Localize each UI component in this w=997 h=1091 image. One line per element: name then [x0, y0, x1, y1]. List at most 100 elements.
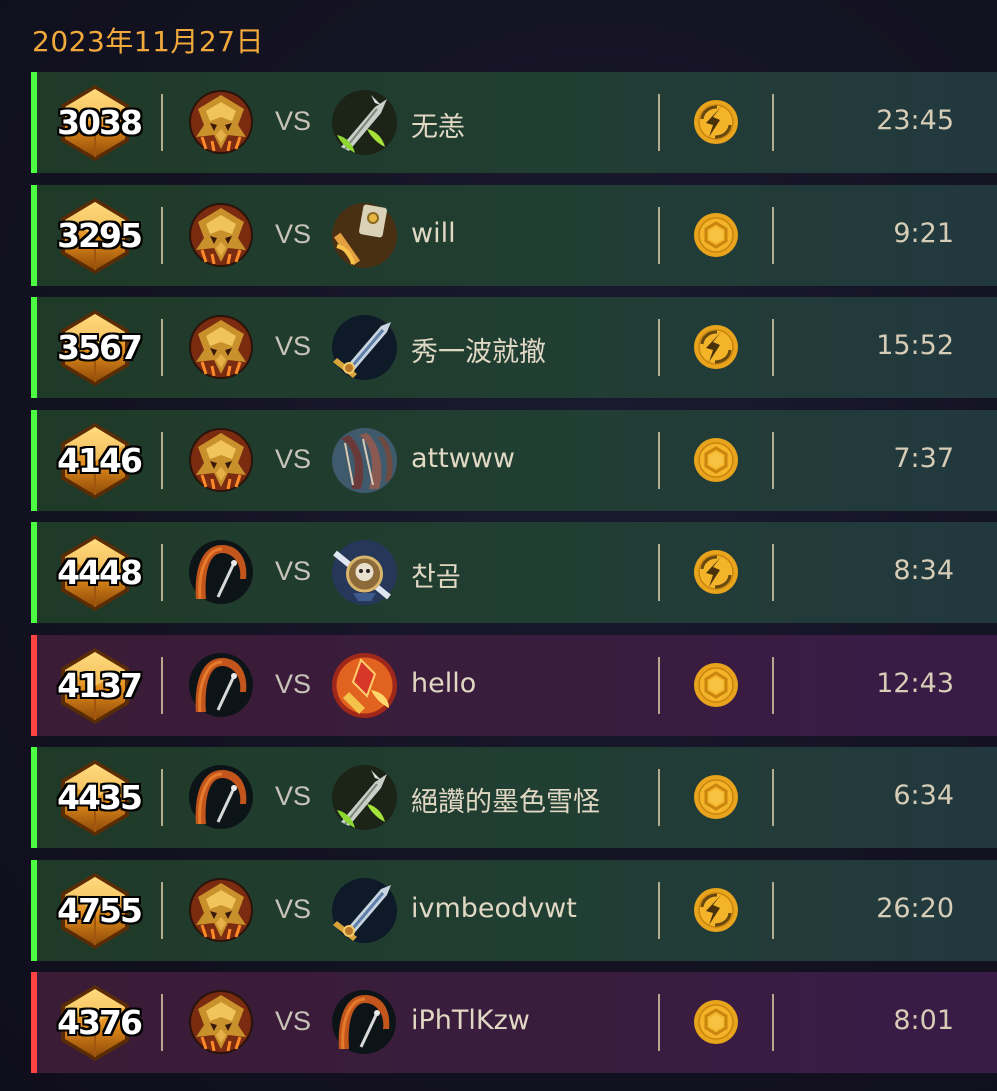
- match-duration: 8:34: [893, 555, 954, 586]
- match-row[interactable]: 4376 VS iPhTlKzw 8:01: [31, 972, 997, 1073]
- divider: [658, 319, 660, 376]
- divider: [772, 94, 774, 151]
- rating-badge: 4137: [55, 646, 143, 726]
- rating-value: 4448: [57, 553, 143, 592]
- vs-label: VS: [275, 556, 312, 586]
- divider: [161, 881, 163, 939]
- divider: [772, 544, 774, 601]
- hexagon-mode-icon: [693, 999, 739, 1045]
- divider: [658, 206, 660, 264]
- claw-icon: [331, 427, 398, 494]
- tribal-mask-icon: [188, 877, 254, 943]
- rating-value: 4755: [57, 890, 143, 930]
- divider: [161, 206, 163, 264]
- divider: [658, 656, 660, 714]
- match-row[interactable]: 4755 VS ivmbeodvwt 26:20: [31, 859, 997, 961]
- opponent-name[interactable]: attwww: [411, 443, 515, 474]
- tribal-mask-icon: [188, 202, 254, 268]
- hammer-icon: [331, 202, 398, 269]
- sword-blue-icon: [331, 314, 398, 381]
- match-row[interactable]: 3295 VS will 9:21: [31, 184, 997, 286]
- opponent-name[interactable]: 絕讚的墨色雪怪: [411, 780, 600, 819]
- divider: [161, 319, 163, 376]
- swirl-mode-icon: [693, 549, 739, 595]
- divider: [161, 769, 163, 826]
- match-duration: 15:52: [876, 330, 954, 361]
- match-duration: 26:20: [876, 892, 954, 924]
- rating-badge: 3567: [55, 308, 143, 388]
- divider: [161, 431, 163, 489]
- divider: [161, 544, 163, 601]
- hooded-staff-icon: [188, 539, 254, 605]
- divider: [161, 94, 163, 151]
- vs-label: VS: [275, 781, 312, 811]
- match-duration: 12:43: [876, 667, 954, 699]
- opponent-name[interactable]: 秀一波就撤: [411, 330, 546, 369]
- vs-label: VS: [275, 106, 312, 136]
- hooded-staff-icon: [188, 764, 254, 830]
- divider: [772, 881, 774, 939]
- match-row[interactable]: 3567 VS 秀一波就撤 15:52: [31, 297, 997, 398]
- divider: [658, 994, 660, 1051]
- opponent-name[interactable]: hello: [411, 668, 476, 699]
- opponent-name[interactable]: 无恙: [411, 105, 465, 144]
- vs-label: VS: [275, 443, 312, 474]
- divider: [772, 206, 774, 264]
- vs-label: VS: [275, 1006, 312, 1036]
- divider: [658, 881, 660, 939]
- match-duration: 23:45: [876, 105, 954, 136]
- rating-value: 4137: [57, 665, 143, 705]
- match-duration: 8:01: [893, 1005, 954, 1036]
- sword-green-icon: [331, 89, 398, 156]
- vs-label: VS: [275, 218, 312, 249]
- rating-value: 3295: [57, 215, 143, 255]
- divider: [772, 431, 774, 489]
- sword-green-icon: [331, 764, 398, 831]
- match-row[interactable]: 4435 VS 絕讚的墨色雪怪 6:34: [31, 747, 997, 848]
- match-row[interactable]: 3038 VS 无恙 23:45: [31, 72, 997, 173]
- swirl-mode-icon: [693, 99, 739, 145]
- tribal-mask-icon: [188, 989, 254, 1055]
- tribal-mask-icon: [188, 89, 254, 155]
- divider: [658, 544, 660, 601]
- divider: [772, 769, 774, 826]
- rating-badge: 4755: [55, 871, 143, 951]
- swirl-mode-icon: [693, 887, 739, 933]
- match-row[interactable]: 4146 VS attwww 7:37: [31, 409, 997, 511]
- match-duration: 6:34: [893, 780, 954, 811]
- vs-label: VS: [275, 893, 312, 924]
- opponent-name[interactable]: ivmbeodvwt: [411, 893, 577, 924]
- rating-badge: 4376: [55, 983, 143, 1063]
- rating-value: 3038: [57, 103, 143, 142]
- vs-label: VS: [275, 331, 312, 361]
- divider: [658, 431, 660, 489]
- hooded-staff-icon: [188, 652, 254, 718]
- hexagon-mode-icon: [693, 774, 739, 820]
- rating-badge: 3295: [55, 196, 143, 276]
- match-row[interactable]: 4448 VS 찬곰 8:34: [31, 522, 997, 623]
- match-duration: 9:21: [893, 217, 954, 249]
- match-duration: 7:37: [893, 442, 954, 474]
- divider: [658, 769, 660, 826]
- divider: [772, 994, 774, 1051]
- rating-value: 4435: [57, 778, 143, 817]
- hexagon-mode-icon: [693, 437, 739, 483]
- skull-shield-icon: [331, 539, 398, 606]
- match-row[interactable]: 4137 VS hello 12:43: [31, 634, 997, 736]
- divider: [161, 656, 163, 714]
- match-list: 3038 VS 无恙 23:45 3295 VS will 9:21 3567 …: [31, 72, 997, 1085]
- fire-gem-icon: [331, 652, 398, 719]
- rating-value: 3567: [57, 328, 143, 367]
- opponent-name[interactable]: 찬곰: [411, 555, 461, 594]
- opponent-name[interactable]: will: [411, 218, 456, 249]
- rating-badge: 4448: [55, 533, 143, 613]
- vs-label: VS: [275, 668, 312, 699]
- rating-value: 4146: [57, 440, 143, 480]
- rating-value: 4376: [57, 1003, 143, 1042]
- date-heading: 2023年11月27日: [32, 25, 265, 58]
- divider: [658, 94, 660, 151]
- opponent-name[interactable]: iPhTlKzw: [411, 1005, 530, 1036]
- rating-badge: 4435: [55, 758, 143, 838]
- tribal-mask-icon: [188, 427, 254, 493]
- tribal-mask-icon: [188, 314, 254, 380]
